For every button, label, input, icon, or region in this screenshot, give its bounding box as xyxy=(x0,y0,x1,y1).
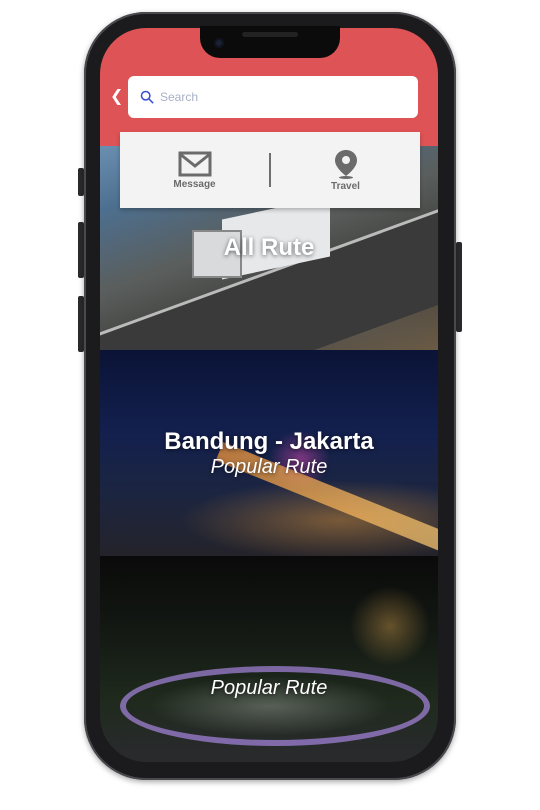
speaker-grille xyxy=(242,32,298,37)
menu-item-message[interactable]: Message xyxy=(120,132,269,208)
card-title: Bandung - Jakarta xyxy=(164,427,374,455)
card-subtitle: Popular Rute xyxy=(210,677,328,699)
card-subtitle: Popular Rute xyxy=(210,455,328,478)
menu-item-label: Message xyxy=(173,178,216,190)
route-card-popular[interactable]: Popular Rute xyxy=(100,556,438,762)
power-button xyxy=(456,242,462,332)
quick-menu: Message Travel xyxy=(120,132,420,208)
envelope-icon xyxy=(178,151,211,176)
location-pin-icon xyxy=(334,149,357,179)
route-card-bandung-jakarta[interactable]: Bandung - Jakarta Popular Rute xyxy=(100,350,438,556)
search-bar[interactable] xyxy=(128,76,418,118)
back-arrow-icon[interactable]: ❮ xyxy=(110,89,124,105)
search-icon xyxy=(140,90,154,104)
search-input[interactable] xyxy=(160,90,400,104)
phone-notch xyxy=(200,26,340,58)
menu-item-label: Travel xyxy=(331,180,360,192)
card-title: All Rute xyxy=(223,234,315,261)
front-camera xyxy=(214,38,224,48)
menu-item-travel[interactable]: Travel xyxy=(271,132,420,208)
app-screen: ❮ Message Travel xyxy=(100,28,438,762)
